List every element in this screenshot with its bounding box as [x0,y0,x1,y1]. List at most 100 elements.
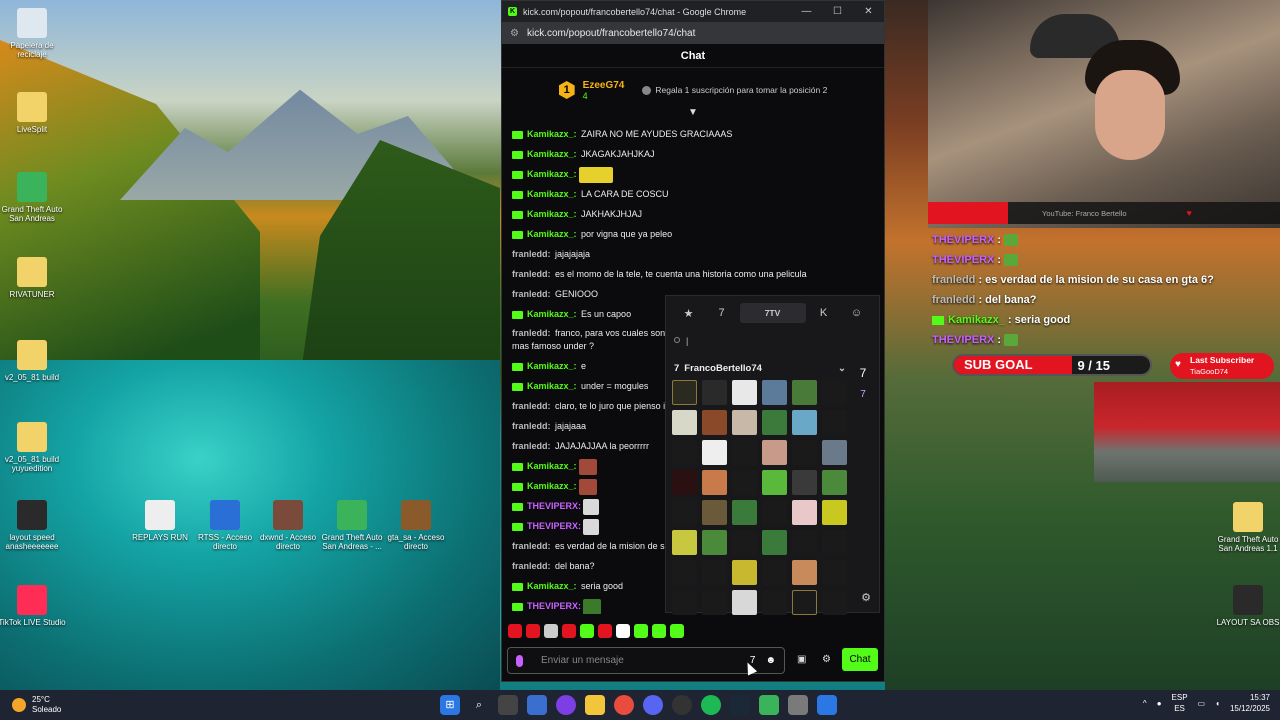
emote-image[interactable] [578,458,597,475]
chat-username[interactable]: franledd: [512,249,551,259]
emote-cell[interactable] [762,530,787,555]
leader-username[interactable]: EzeeG74 [583,80,625,91]
7tv-set-icon[interactable]: 7 [853,362,873,384]
app-icon-3[interactable] [817,695,837,715]
weather-widget[interactable]: 25°C Soleado [12,695,61,715]
quick-emote[interactable] [634,624,648,638]
picker-settings-icon[interactable]: ⚙ [861,591,871,604]
emote-cell[interactable] [702,530,727,555]
chat-settings-icon[interactable]: ⚙ [822,654,831,665]
desktop-icon[interactable]: RTSS - Acceso directo [190,500,260,551]
emote-cell[interactable] [762,560,787,585]
store-icon[interactable] [527,695,547,715]
chat-username[interactable]: THEVIPERX: [527,521,581,531]
desktop-icon[interactable]: Grand Theft Auto San Andreas - ... [317,500,387,551]
favorites-tab-icon[interactable]: ★ [674,307,704,320]
desktop-icon[interactable]: dxwnd - Acceso directo [253,500,323,551]
emoji-button-icon[interactable]: ☻ [765,655,776,666]
emote-cell[interactable] [732,530,757,555]
tab-7tv[interactable]: 7TV [739,303,806,323]
chat-username[interactable]: Kamikazx_: [527,381,577,391]
file-explorer-icon[interactable] [585,695,605,715]
mic-icon[interactable] [516,654,523,667]
chat-username[interactable]: Kamikazx_: [527,581,577,591]
quick-emote[interactable] [652,624,666,638]
gift-leaderboard[interactable]: 1 EzeeG74 4 Regala 1 suscripción para to… [502,68,884,118]
quick-emote[interactable] [544,624,558,638]
emote-cell[interactable] [792,530,817,555]
emote-cell[interactable] [672,500,697,525]
emote-cell[interactable] [792,470,817,495]
chat-username[interactable]: franledd: [512,289,551,299]
emote-search-input[interactable]: | [672,330,873,352]
emote-cell[interactable] [702,410,727,435]
close-button[interactable]: ✕ [853,6,884,17]
desktop-icon[interactable]: Papelera de reciclaje [0,8,67,59]
quick-emote[interactable] [598,624,612,638]
emote-cell[interactable] [702,380,727,405]
emote-cell[interactable] [702,470,727,495]
desktop-icon[interactable]: LAYOUT SA OBS [1213,585,1280,627]
emote-cell[interactable] [762,440,787,465]
emote-cell[interactable] [822,590,847,615]
desktop-icon[interactable]: v2_05_81 build [0,340,67,382]
desktop-icon[interactable]: Grand Theft Auto San Andreas 1.1 [1213,502,1280,553]
7tv-logo-icon[interactable]: 7 [707,307,737,319]
chat-username[interactable]: Kamikazx_: [527,229,577,239]
collapse-icon[interactable]: ▼ [688,107,698,118]
emote-cell[interactable] [672,590,697,615]
chat-username[interactable]: franledd: [512,328,551,338]
app-icon[interactable] [556,695,576,715]
emote-set-header[interactable]: 7 FrancoBertello74 ⌄ [666,358,846,378]
emote-cell[interactable] [732,500,757,525]
quick-emote[interactable] [580,624,594,638]
desktop-icon[interactable]: gta_sa - Acceso directo [381,500,451,551]
emote-cell[interactable] [822,560,847,585]
desktop-icon[interactable]: Grand Theft Auto San Andreas [0,172,67,223]
chat-username[interactable]: franledd: [512,421,551,431]
obs-icon[interactable] [672,695,692,715]
emoji-tab-icon[interactable]: ☺ [842,307,872,319]
task-view-icon[interactable] [498,695,518,715]
emote-cell[interactable] [822,470,847,495]
emote-cell[interactable] [732,470,757,495]
desktop-icon[interactable]: layout speed anasheeeeeee [0,500,67,551]
emote-cell[interactable] [792,590,817,615]
emote-image[interactable] [583,518,600,535]
spotify-icon[interactable] [701,695,721,715]
chevron-down-icon[interactable]: ⌄ [838,363,846,374]
desktop-icon[interactable]: RIVATUNER [0,257,67,299]
chat-username[interactable]: Kamikazx_: [527,481,577,491]
emote-cell[interactable] [792,500,817,525]
emote-cell[interactable] [672,470,697,495]
gift-cta[interactable]: Regala 1 suscripción para tomar la posic… [655,85,827,95]
emote-image[interactable] [583,498,600,515]
desktop-icon[interactable]: v2_05_81 build yuyuedition [0,422,67,473]
desktop-icon[interactable]: REPLAYS RUN [125,500,195,542]
chat-input-placeholder[interactable]: Enviar un mensaje [541,655,624,666]
emote-cell[interactable] [792,410,817,435]
7tv-set-icon-2[interactable]: 7 [853,384,873,406]
emote-cell[interactable] [732,560,757,585]
chevron-up-icon[interactable]: ^ [1143,699,1147,708]
emote-cell[interactable] [702,500,727,525]
emote-cell[interactable] [672,560,697,585]
emote-cell[interactable] [762,380,787,405]
gift-button-icon[interactable]: ▣ [797,654,806,665]
emote-image[interactable] [578,166,613,183]
address-bar[interactable]: ⚙ kick.com/popout/francobertello74/chat [502,22,884,44]
emote-cell[interactable] [732,440,757,465]
emote-cell[interactable] [792,440,817,465]
emote-cell[interactable] [822,500,847,525]
emote-image[interactable] [578,478,597,495]
app-icon-2[interactable] [788,695,808,715]
chat-username[interactable]: franledd: [512,541,551,551]
emote-cell[interactable] [702,590,727,615]
quick-emote[interactable] [526,624,540,638]
emote-cell[interactable] [822,440,847,465]
minimize-button[interactable]: — [791,6,822,17]
emote-cell[interactable] [822,530,847,555]
chat-username[interactable]: franledd: [512,441,551,451]
volume-icon[interactable]: ◖ [1215,699,1220,708]
chat-username[interactable]: Kamikazx_: [527,361,577,371]
